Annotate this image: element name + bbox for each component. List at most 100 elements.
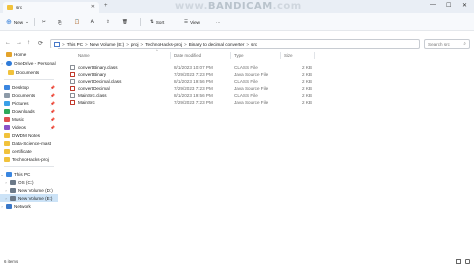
column-divider[interactable] xyxy=(170,52,171,59)
sidebar-label: DWDM Notes xyxy=(12,132,41,138)
breadcrumb-proj[interactable]: proj xyxy=(131,42,139,47)
large-icons-view-icon[interactable] xyxy=(465,259,470,264)
sidebar-item-dwdm-notes[interactable]: DWDM Notes xyxy=(0,131,58,139)
view-button[interactable]: ☰ View xyxy=(184,17,200,27)
toolbar-divider xyxy=(140,18,141,26)
plus-icon: ⊕ xyxy=(6,19,12,26)
sidebar-item-onedrive[interactable]: › OneDrive - Personal xyxy=(0,59,58,67)
file-name: convertBinary xyxy=(78,72,107,77)
folder-icon xyxy=(7,5,13,10)
sidebar-item-technohacks-proj[interactable]: TechnoHacks-proj xyxy=(0,155,58,163)
sidebar-label: Music xyxy=(12,116,24,122)
up-icon[interactable]: ↑ xyxy=(27,40,30,46)
forward-icon[interactable]: → xyxy=(16,40,22,46)
breadcrumb-separator: > xyxy=(184,41,187,47)
sidebar-item-documents[interactable]: Documents 📌 xyxy=(0,91,58,99)
address-bar[interactable]: > This PC > New Volume (E:) > proj > Tec… xyxy=(50,39,420,49)
column-divider[interactable] xyxy=(230,52,231,59)
sidebar-item-new-volume-e[interactable]: › New Volume (E:) xyxy=(0,194,58,202)
sidebar-item-certificate[interactable]: certificate xyxy=(0,147,58,155)
sidebar-label: Documents xyxy=(12,92,36,98)
close-icon[interactable]: ✕ xyxy=(462,2,467,9)
tab-close-icon[interactable]: ✕ xyxy=(91,4,95,10)
sidebar-item-onedrive-documents[interactable]: Documents xyxy=(0,68,58,76)
breadcrumb-new-volume-e[interactable]: New Volume (E:) xyxy=(90,42,124,47)
sidebar-label: New Volume (D:) xyxy=(18,187,53,193)
sidebar-item-this-pc[interactable]: ⌄ This PC xyxy=(0,170,58,178)
file-size: 2 KB xyxy=(302,65,312,70)
sidebar-label: Desktop xyxy=(12,84,29,90)
file-row[interactable]: MainSrc 7/29/2023 7:23 PM Java Source Fi… xyxy=(64,99,474,106)
rename-icon[interactable]: Ａ xyxy=(90,17,95,27)
breadcrumb-separator: > xyxy=(85,41,88,47)
column-divider[interactable] xyxy=(314,52,315,59)
sidebar-item-downloads[interactable]: Downloads 📌 xyxy=(0,107,58,115)
column-header-date[interactable]: Date modified xyxy=(174,53,201,58)
file-type: CLASS File xyxy=(234,93,258,98)
sidebar-label: Home xyxy=(14,51,27,57)
new-tab-icon[interactable]: + xyxy=(104,3,108,9)
sidebar-item-videos[interactable]: Videos 📌 xyxy=(0,123,58,131)
file-name: convertBinary.class xyxy=(78,65,118,70)
sidebar-item-data-science[interactable]: Data-Science-mast xyxy=(0,139,58,147)
more-options-button[interactable]: ··· xyxy=(216,17,221,27)
file-row[interactable]: MainSrc.class 8/1/2023 19:56 PM CLASS Fi… xyxy=(64,92,474,99)
sidebar-item-new-volume-d[interactable]: › New Volume (D:) xyxy=(0,186,58,194)
column-header-size[interactable]: Size xyxy=(284,53,293,58)
details-view-icon[interactable] xyxy=(456,259,461,264)
sidebar-item-home[interactable]: Home xyxy=(0,50,58,58)
chevron-down-icon: ⌄ xyxy=(25,19,29,24)
sidebar-label: Data-Science-mast xyxy=(12,140,52,146)
sidebar-label: Pictures xyxy=(12,100,29,106)
column-header-name[interactable]: Name xyxy=(78,53,90,58)
minimize-icon[interactable]: — xyxy=(430,2,436,8)
breadcrumb-this-pc[interactable]: This PC xyxy=(67,42,83,47)
file-list: Name ^ Date modified Type Size convertBi… xyxy=(64,49,474,258)
class-file-icon xyxy=(70,65,75,70)
folder-icon xyxy=(4,132,10,138)
folder-icon xyxy=(8,69,14,75)
breadcrumb-technohacks-proj[interactable]: TechnoHacks-proj xyxy=(145,42,182,47)
breadcrumb-src[interactable]: src xyxy=(251,42,257,47)
sidebar-label: TechnoHacks-proj xyxy=(12,156,49,162)
sidebar-item-desktop[interactable]: Desktop 📌 xyxy=(0,83,58,91)
sidebar-item-network[interactable]: › Network xyxy=(0,202,58,210)
refresh-icon[interactable]: ⟳ xyxy=(38,40,43,47)
file-row[interactable]: convertDecimal 7/29/2023 7:23 PM Java So… xyxy=(64,85,474,92)
sidebar-item-os-c[interactable]: › OS (C:) xyxy=(0,178,58,186)
chevron-right-icon: › xyxy=(5,179,7,185)
sidebar-divider xyxy=(4,79,54,80)
file-row[interactable]: convertBinary 7/29/2023 7:23 PM Java Sou… xyxy=(64,71,474,78)
file-name: convertDecimal.class xyxy=(78,79,122,84)
sidebar-label: Network xyxy=(14,203,31,209)
column-header-type[interactable]: Type xyxy=(234,53,244,58)
this-pc-icon xyxy=(6,171,12,177)
pictures-icon xyxy=(4,100,10,106)
search-input[interactable]: Search src ⌕ xyxy=(424,39,470,49)
breadcrumb-binary-to-decimal[interactable]: Binary to decimal converter xyxy=(189,42,245,47)
paste-icon[interactable]: 📋 xyxy=(74,17,80,27)
file-name: convertDecimal xyxy=(78,86,110,91)
chevron-right-icon: › xyxy=(5,187,7,193)
sidebar-item-pictures[interactable]: Pictures 📌 xyxy=(0,99,58,107)
maximize-icon[interactable]: ☐ xyxy=(446,2,451,9)
file-date: 8/1/2023 19:56 PM xyxy=(174,93,213,98)
file-size: 2 KB xyxy=(302,93,312,98)
delete-icon[interactable]: 🗑 xyxy=(122,17,128,27)
new-button[interactable]: ⊕ New ⌄ xyxy=(6,17,29,27)
chevron-right-icon: › xyxy=(1,60,3,66)
cut-icon[interactable]: ✂ xyxy=(42,17,46,27)
file-row[interactable]: convertBinary.class 8/1/2023 10:07 PM CL… xyxy=(64,64,474,71)
file-type: CLASS File xyxy=(234,65,258,70)
share-icon[interactable]: ⇪ xyxy=(106,17,110,27)
file-row[interactable]: convertDecimal.class 8/1/2023 19:56 PM C… xyxy=(64,78,474,85)
folder-icon xyxy=(4,156,10,162)
column-divider[interactable] xyxy=(280,52,281,59)
file-size: 2 KB xyxy=(302,72,312,77)
copy-icon[interactable]: ⎘ xyxy=(58,17,62,27)
file-date: 7/29/2023 7:23 PM xyxy=(174,72,213,77)
sort-button[interactable]: ⇅ Sort xyxy=(150,17,164,27)
back-icon[interactable]: ← xyxy=(5,40,11,46)
tab-src[interactable]: src ✕ xyxy=(3,2,99,13)
sidebar-item-music[interactable]: Music 📌 xyxy=(0,115,58,123)
